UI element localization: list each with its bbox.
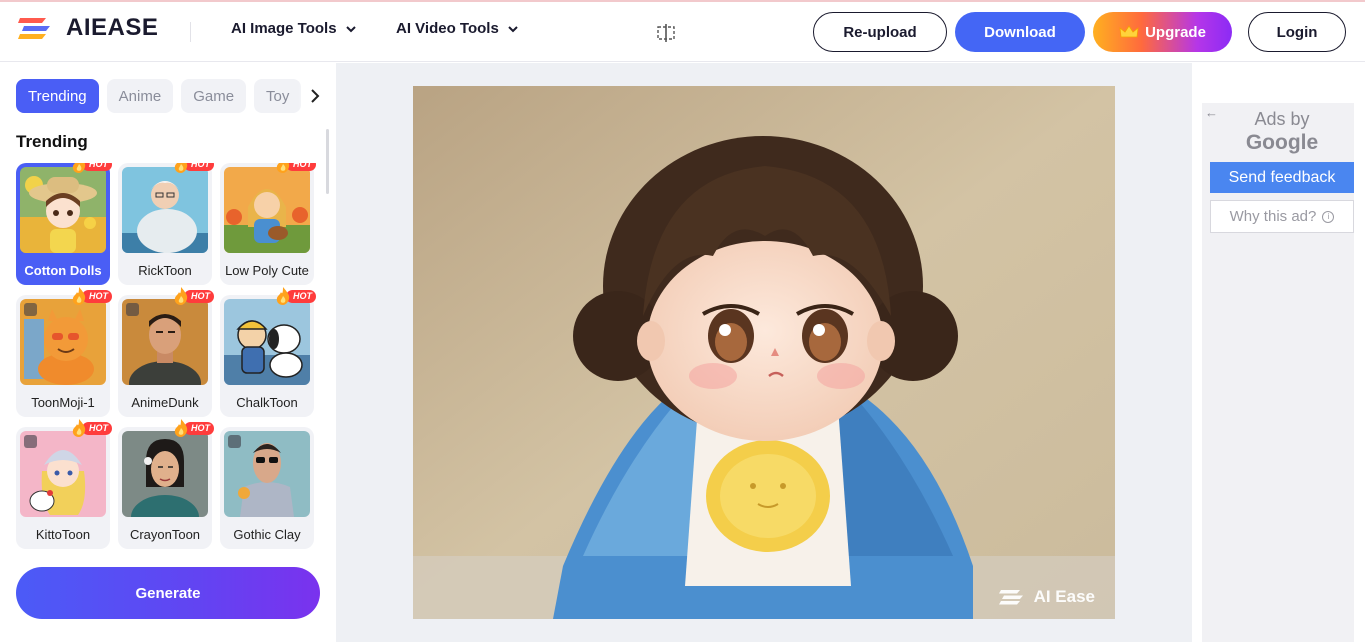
hot-badge: HOT <box>71 287 112 305</box>
tab-toy[interactable]: Toy <box>254 79 302 113</box>
download-button[interactable]: Download <box>955 12 1085 52</box>
upgrade-button[interactable]: Upgrade <box>1093 12 1232 52</box>
nav-ai-image-tools[interactable]: AI Image Tools <box>231 20 357 37</box>
hot-badge: HOT <box>71 163 112 173</box>
reupload-button[interactable]: Re-upload <box>813 12 947 52</box>
watermark: AI Ease <box>998 587 1095 607</box>
hot-badge: HOT <box>173 287 214 305</box>
watermark-text: AI Ease <box>1033 587 1095 606</box>
hot-badge: HOT <box>173 419 214 437</box>
style-grid: HOT Cotton Dolls HOT RickToon HOT Low Po… <box>16 163 316 553</box>
nav-label: AI Video Tools <box>396 20 499 37</box>
compare-split-icon[interactable] <box>655 22 677 44</box>
style-card-toonmoji-1[interactable]: HOT ToonMoji-1 <box>16 287 112 417</box>
download-label: Download <box>984 23 1056 41</box>
chevron-right-icon[interactable] <box>306 87 324 105</box>
hot-badge: HOT <box>275 163 316 173</box>
tab-game[interactable]: Game <box>181 79 247 113</box>
top-header: AIEASE AI Image Tools AI Video Tools Re-… <box>0 2 1365 62</box>
hot-badge: HOT <box>173 163 214 173</box>
style-category-tabs: Trending Anime Game Toy <box>16 79 302 113</box>
premium-crown-icon <box>228 435 241 448</box>
style-label: KittoToon <box>35 527 91 542</box>
header-divider <box>190 22 191 42</box>
style-card-ricktoon[interactable]: HOT RickToon <box>118 163 214 285</box>
info-icon: i <box>1322 210 1335 223</box>
why-this-ad-label: Why this ad? <box>1229 208 1317 225</box>
style-card-chalktoon[interactable]: HOT ChalkToon <box>220 287 316 417</box>
style-thumbnail <box>122 167 208 253</box>
style-label: Gothic Clay <box>233 527 301 542</box>
flame-icon <box>72 163 86 173</box>
style-card-kittotoon[interactable]: HOT KittoToon <box>16 419 112 549</box>
why-this-ad-button[interactable]: Why this ad? i <box>1210 200 1354 233</box>
ads-by-label: Ads by <box>1254 109 1310 129</box>
style-thumbnail <box>20 167 106 253</box>
generate-label: Generate <box>135 584 201 602</box>
style-thumbnail <box>224 167 310 253</box>
login-button[interactable]: Login <box>1248 12 1346 52</box>
style-card-cotton-dolls[interactable]: HOT Cotton Dolls <box>16 163 112 285</box>
style-label: Low Poly Cute <box>225 263 309 278</box>
cotton-doll-illustration <box>413 86 1115 619</box>
style-label: CrayonToon <box>129 527 201 542</box>
flame-icon <box>72 287 86 305</box>
aiease-watermark-icon <box>998 590 1023 605</box>
flame-icon <box>174 419 188 437</box>
chevron-down-icon <box>508 25 518 32</box>
style-panel: Trending Anime Game Toy Trending HOT Cot… <box>0 63 336 642</box>
style-label: RickToon <box>138 263 192 278</box>
premium-crown-icon <box>24 303 37 316</box>
upgrade-label: Upgrade <box>1145 23 1206 41</box>
hot-badge: HOT <box>71 419 112 437</box>
nav-label: AI Image Tools <box>231 20 337 37</box>
style-card-low-poly-cute[interactable]: HOT Low Poly Cute <box>220 163 316 285</box>
style-label: ChalkToon <box>236 395 298 410</box>
style-label: ToonMoji-1 <box>31 395 95 410</box>
flame-icon <box>276 287 290 305</box>
nav-ai-video-tools[interactable]: AI Video Tools <box>396 20 519 37</box>
chevron-down-icon <box>345 25 356 32</box>
aiease-logo-icon <box>18 18 50 39</box>
hot-badge: HOT <box>275 287 316 305</box>
flame-icon <box>276 163 290 173</box>
style-card-gothic-clay[interactable]: Gothic Clay <box>220 427 314 549</box>
style-card-crayontoon[interactable]: HOT CrayonToon <box>118 419 214 549</box>
flame-icon <box>174 287 188 305</box>
reupload-label: Re-upload <box>843 23 917 41</box>
logo-text: AIEASE <box>66 14 159 41</box>
result-image[interactable]: AI Ease <box>413 86 1115 619</box>
preview-canvas: AI Ease <box>336 63 1192 642</box>
style-thumbnail <box>122 431 208 517</box>
tab-trending[interactable]: Trending <box>16 79 99 113</box>
generate-button[interactable]: Generate <box>16 567 320 619</box>
crown-icon <box>1119 25 1139 38</box>
premium-crown-icon <box>126 303 139 316</box>
style-label: AnimeDunk <box>131 395 199 410</box>
style-card-animedunk[interactable]: HOT AnimeDunk <box>118 287 214 417</box>
login-label: Login <box>1276 23 1318 41</box>
style-thumbnail <box>224 299 310 385</box>
premium-crown-icon <box>24 435 37 448</box>
tab-anime[interactable]: Anime <box>106 79 174 113</box>
flame-icon <box>72 419 86 437</box>
scrollbar[interactable] <box>326 129 329 194</box>
flame-icon <box>174 163 188 173</box>
send-feedback-button[interactable]: Send feedback <box>1210 162 1354 193</box>
ads-google-label: Google <box>1245 131 1319 154</box>
section-title: Trending <box>16 132 88 151</box>
style-label: Cotton Dolls <box>24 263 102 278</box>
logo[interactable]: AIEASE <box>16 14 158 42</box>
